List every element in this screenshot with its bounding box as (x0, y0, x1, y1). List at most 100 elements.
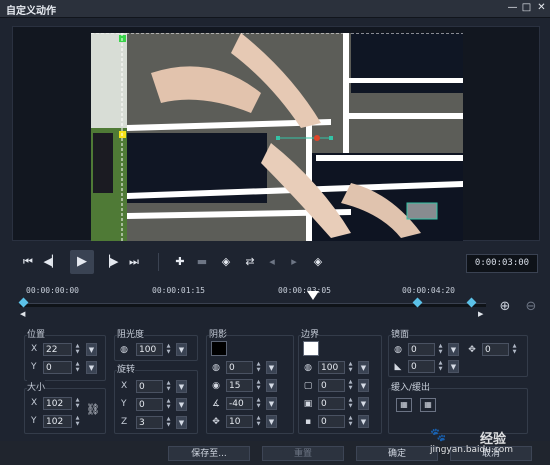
shadow-distance-stepper[interactable]: ▲ ▼ (255, 415, 262, 428)
reverse-keyframes-icon[interactable]: ◈ (216, 252, 236, 272)
ok-button[interactable]: 确定 (356, 446, 438, 461)
add-keyframe-icon[interactable]: ✚ (170, 252, 190, 272)
scroll-right-icon[interactable]: ▶ (478, 310, 483, 318)
border-label: 边界 (301, 327, 320, 340)
reset-button[interactable]: 重置 (262, 446, 344, 461)
zoom-in-icon[interactable]: ⊕ (497, 299, 513, 315)
rotation-x-field[interactable]: 0 (136, 380, 163, 393)
size-y-label: Y (31, 416, 37, 426)
position-x-stepper[interactable]: ▲ ▼ (74, 343, 81, 356)
maximize-icon[interactable]: □ (520, 1, 533, 14)
go-to-end-icon[interactable]: ⏭ (124, 252, 144, 272)
position-group (24, 335, 106, 381)
size-y-stepper[interactable]: ▲ ▼ (74, 415, 81, 428)
mirror-opacity-dropdown[interactable]: ▼ (448, 343, 459, 356)
move-left-icon[interactable]: ◂ (262, 252, 282, 272)
link-icon[interactable]: ⛓ (86, 404, 100, 416)
mirror-opacity-stepper[interactable]: ▲ ▼ (437, 343, 444, 356)
keyframe-options-icon[interactable]: ◈ (308, 252, 328, 272)
window-title: 自定义动作 (6, 6, 56, 17)
timeline-tick: 00:00:04:20 (402, 286, 455, 295)
border-extra-stepper[interactable]: ▲ ▼ (347, 415, 354, 428)
border-extra-dropdown[interactable]: ▼ (358, 415, 369, 428)
border-blur-field[interactable]: 0 (318, 397, 345, 410)
opacity-label: 阻光度 (117, 327, 145, 340)
swap-icon[interactable]: ⇄ (240, 252, 260, 272)
timecode-display[interactable]: 0:00:03:00 (466, 254, 538, 273)
fade-out-icon[interactable]: ▦ (420, 398, 436, 412)
mirror-label: 镜面 (391, 327, 410, 340)
zoom-out-icon[interactable]: ⊖ (523, 299, 539, 315)
size-x-field[interactable]: 102 (43, 397, 72, 410)
shadow-blur-dropdown[interactable]: ▼ (266, 379, 277, 392)
transport-separator (158, 253, 159, 271)
opacity-dropdown[interactable]: ▼ (176, 343, 187, 356)
shadow-distance-dropdown[interactable]: ▼ (266, 415, 277, 428)
shadow-blur-field[interactable]: 15 (226, 379, 253, 392)
close-icon[interactable]: ✕ (535, 1, 548, 14)
mirror-fade-icon: ◣ (394, 362, 402, 372)
fade-in-icon[interactable]: ▦ (396, 398, 412, 412)
mirror-fade-dropdown[interactable]: ▼ (448, 360, 459, 373)
mirror-distance-stepper[interactable]: ▲ ▼ (511, 343, 518, 356)
border-blur-dropdown[interactable]: ▼ (358, 397, 369, 410)
size-x-stepper[interactable]: ▲ ▼ (74, 397, 81, 410)
preview-image[interactable] (91, 33, 463, 241)
scroll-left-icon[interactable]: ◀ (20, 310, 25, 318)
mirror-fade-stepper[interactable]: ▲ ▼ (437, 360, 444, 373)
rotation-z-field[interactable]: 3 (136, 416, 163, 429)
minimize-icon[interactable]: — (506, 1, 519, 14)
shadow-angle-field[interactable]: -40 (226, 397, 253, 410)
rotation-z-stepper[interactable]: ▲ ▼ (165, 416, 172, 429)
border-width-dropdown[interactable]: ▼ (358, 379, 369, 392)
shadow-opacity-field[interactable]: 0 (226, 361, 253, 374)
opacity-stepper[interactable]: ▲ ▼ (165, 343, 172, 356)
play-button[interactable]: ▶ (70, 250, 94, 274)
shadow-opacity-stepper[interactable]: ▲ ▼ (255, 361, 262, 374)
border-width-stepper[interactable]: ▲ ▼ (347, 379, 354, 392)
shadow-opacity-dropdown[interactable]: ▼ (266, 361, 277, 374)
shadow-distance-field[interactable]: 10 (226, 415, 253, 428)
save-to-button[interactable]: 保存至... (168, 446, 250, 461)
next-frame-icon[interactable]: ▕▶ (100, 252, 120, 272)
rotation-y-field[interactable]: 0 (136, 398, 163, 411)
border-opacity-field[interactable]: 100 (318, 361, 345, 374)
shadow-blur-icon: ◉ (212, 381, 220, 391)
rotation-y-label: Y (121, 399, 127, 409)
rotation-z-dropdown[interactable]: ▼ (176, 416, 187, 429)
shadow-label: 阴影 (209, 327, 228, 340)
shadow-angle-stepper[interactable]: ▲ ▼ (255, 397, 262, 410)
position-x-field[interactable]: 22 (43, 343, 72, 356)
move-right-icon[interactable]: ▸ (284, 252, 304, 272)
position-x-dropdown[interactable]: ▼ (86, 343, 97, 356)
border-blur-stepper[interactable]: ▲ ▼ (347, 397, 354, 410)
playhead[interactable] (307, 291, 319, 300)
rotation-x-stepper[interactable]: ▲ ▼ (165, 380, 172, 393)
position-y-field[interactable]: 0 (43, 361, 72, 374)
shadow-color-swatch[interactable] (211, 341, 227, 356)
size-y-field[interactable]: 102 (43, 415, 72, 428)
shadow-angle-dropdown[interactable]: ▼ (266, 397, 277, 410)
shadow-blur-stepper[interactable]: ▲ ▼ (255, 379, 262, 392)
previous-frame-icon[interactable]: ◀▏ (42, 252, 62, 272)
fade-label: 缓入/缓出 (391, 380, 431, 393)
go-to-start-icon[interactable]: ⏮ (18, 252, 38, 272)
border-opacity-stepper[interactable]: ▲ ▼ (347, 361, 354, 374)
shadow-distance-icon: ✥ (212, 417, 220, 427)
timeline-ruler[interactable]: 00:00:00:00 00:00:01:15 00:00:03:05 00:0… (18, 286, 486, 322)
remove-keyframe-icon[interactable]: ▬ (192, 252, 212, 272)
border-opacity-dropdown[interactable]: ▼ (358, 361, 369, 374)
rotation-y-dropdown[interactable]: ▼ (176, 398, 187, 411)
border-color-swatch[interactable] (303, 341, 319, 356)
rotation-y-stepper[interactable]: ▲ ▼ (165, 398, 172, 411)
border-width-icon: ▢ (303, 381, 313, 391)
rotation-x-dropdown[interactable]: ▼ (176, 380, 187, 393)
mirror-fade-field[interactable]: 0 (408, 360, 435, 373)
border-extra-field[interactable]: 0 (318, 415, 345, 428)
position-y-dropdown[interactable]: ▼ (86, 361, 97, 374)
opacity-field[interactable]: 100 (136, 343, 163, 356)
border-width-field[interactable]: 0 (318, 379, 345, 392)
position-y-stepper[interactable]: ▲ ▼ (74, 361, 81, 374)
mirror-opacity-field[interactable]: 0 (408, 343, 435, 356)
mirror-distance-field[interactable]: 0 (482, 343, 509, 356)
